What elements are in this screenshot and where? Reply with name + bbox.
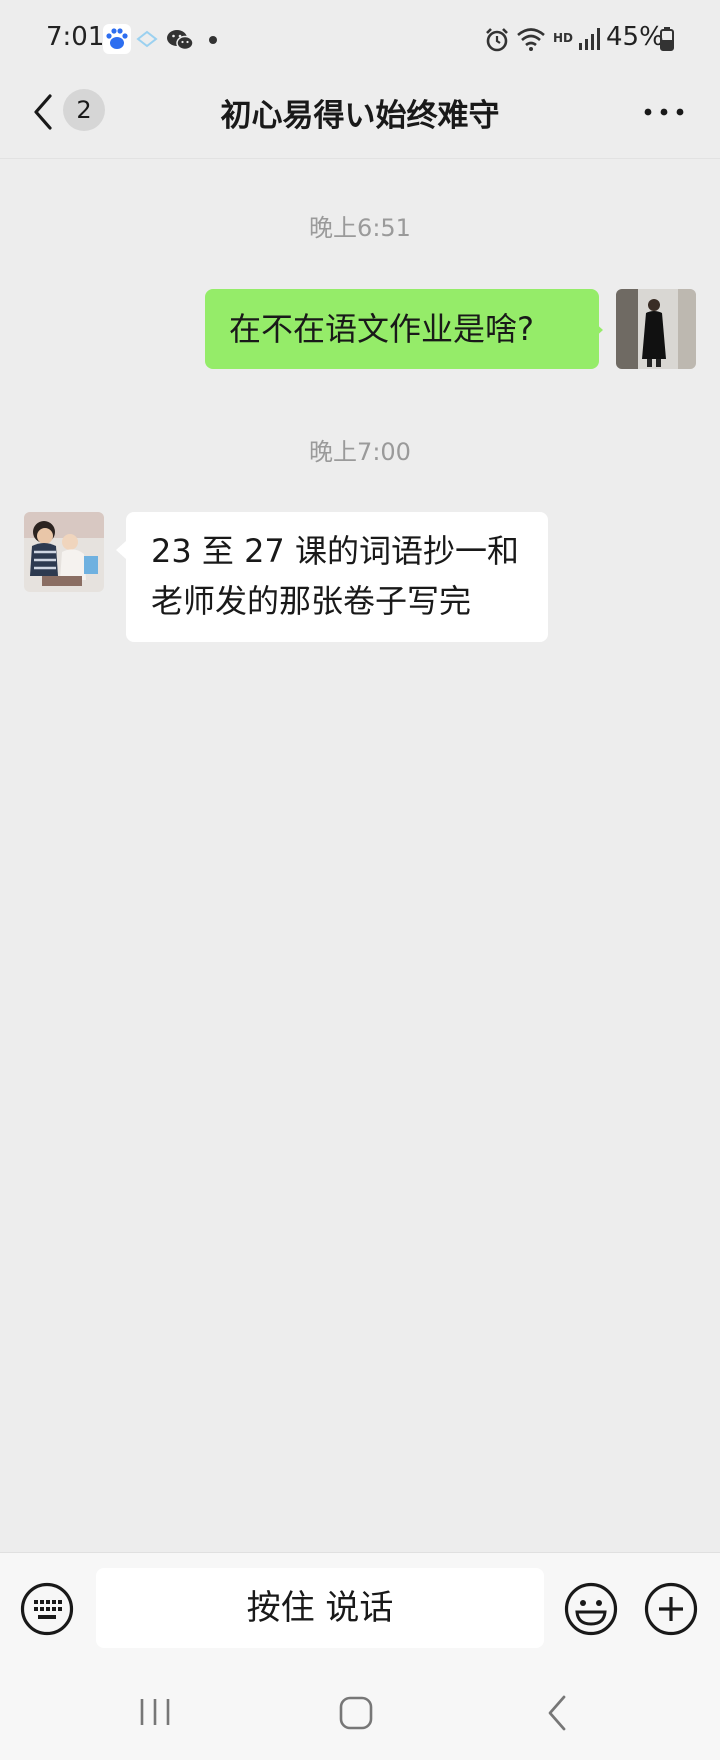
home-icon[interactable] xyxy=(338,1695,374,1731)
battery-percentage: 45% xyxy=(606,22,664,52)
recent-apps-icon[interactable] xyxy=(138,1696,172,1728)
system-back-icon[interactable] xyxy=(545,1694,569,1732)
network-icon xyxy=(136,30,158,48)
hold-to-talk-button[interactable]: 按住 说话 xyxy=(96,1568,544,1648)
emoji-icon[interactable] xyxy=(564,1582,618,1636)
signal-icon xyxy=(579,28,600,50)
back-arrow-icon[interactable] xyxy=(28,92,58,132)
more-options-icon[interactable] xyxy=(640,92,688,132)
baidu-app-icon xyxy=(103,24,131,54)
contact-avatar[interactable] xyxy=(24,512,104,592)
unread-count-badge[interactable]: 2 xyxy=(63,89,105,131)
message-timestamp: 晚上6:51 xyxy=(309,214,411,242)
outgoing-message-bubble[interactable]: 在不在语文作业是啥? xyxy=(205,289,599,369)
message-timestamp: 晚上7:00 xyxy=(309,438,411,466)
wifi-icon xyxy=(517,28,545,51)
wechat-icon xyxy=(167,30,194,51)
chat-header xyxy=(0,78,720,159)
my-avatar[interactable] xyxy=(616,289,696,369)
incoming-message-bubble[interactable]: 23 至 27 课的词语抄一和老师发的那张卷子写完 xyxy=(126,512,548,642)
add-more-icon[interactable] xyxy=(644,1582,698,1636)
alarm-icon xyxy=(486,28,508,52)
outgoing-bubble-tail xyxy=(593,321,603,339)
keyboard-icon[interactable] xyxy=(20,1582,74,1636)
status-time: 7:01 xyxy=(46,22,105,52)
dot-icon xyxy=(209,36,217,44)
hd-icon: HD xyxy=(553,31,574,45)
battery-icon xyxy=(660,27,674,51)
incoming-bubble-tail xyxy=(116,541,126,559)
